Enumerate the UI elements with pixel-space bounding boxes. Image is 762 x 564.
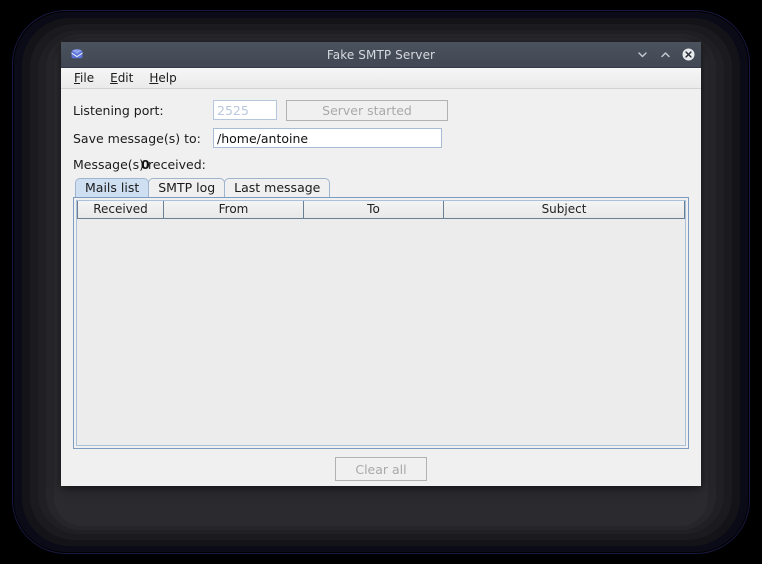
tab-smtp-log[interactable]: SMTP log	[148, 178, 226, 197]
table-header-row: Received From To Subject	[77, 201, 685, 219]
close-circle-x-icon[interactable]	[681, 48, 695, 62]
tab-mails-list[interactable]: Mails list	[75, 178, 150, 197]
listening-port-label: Listening port:	[73, 102, 164, 118]
window-title: Fake SMTP Server	[326, 47, 436, 62]
column-header-received[interactable]: Received	[77, 201, 164, 219]
menu-item-edit[interactable]: Edit	[103, 69, 140, 87]
window-controls	[635, 48, 695, 62]
server-status-button[interactable]: Server started	[286, 99, 448, 121]
save-path-label: Save message(s) to:	[73, 130, 201, 146]
save-path-input[interactable]	[213, 128, 442, 148]
titlebar[interactable]: Fake SMTP Server	[61, 42, 701, 68]
messages-received-row: Message(s) received: 0	[73, 155, 689, 173]
menu-help-rest: elp	[158, 71, 177, 85]
menu-file-rest: ile	[80, 71, 95, 85]
tabstrip: Mails list SMTP log Last message	[73, 177, 689, 197]
column-header-subject[interactable]: Subject	[443, 201, 685, 219]
mail-envelope-icon	[69, 47, 85, 63]
mails-table-wrapper: Received From To Subject	[76, 200, 686, 446]
maximize-chevron-up-icon[interactable]	[658, 48, 672, 62]
menu-item-file[interactable]: File	[67, 69, 101, 87]
window-content: Listening port: Server started Save mess…	[61, 89, 701, 486]
minimize-chevron-down-icon[interactable]	[635, 48, 649, 62]
menu-edit-mnemonic: E	[110, 71, 118, 85]
save-path-row: Save message(s) to:	[73, 127, 689, 149]
column-header-from[interactable]: From	[163, 201, 304, 219]
menu-edit-rest: dit	[117, 71, 134, 85]
listening-port-input[interactable]	[213, 100, 277, 120]
menu-item-help[interactable]: Help	[142, 69, 183, 87]
messages-received-count: 0	[141, 156, 150, 172]
clear-all-button[interactable]: Clear all	[335, 457, 427, 481]
listening-port-row: Listening port: Server started	[73, 99, 689, 121]
mails-scroll-pane[interactable]: Received From To Subject	[73, 197, 689, 449]
footer-bar: Clear all	[73, 449, 689, 489]
column-header-to[interactable]: To	[303, 201, 444, 219]
menubar: File Edit Help	[61, 68, 701, 89]
app-window: Fake SMTP Server File Edit Help Listenin…	[61, 42, 701, 486]
tab-last-message[interactable]: Last message	[224, 178, 331, 197]
mails-table-header: Received From To Subject	[77, 201, 685, 219]
mails-table: Received From To Subject	[77, 201, 685, 219]
